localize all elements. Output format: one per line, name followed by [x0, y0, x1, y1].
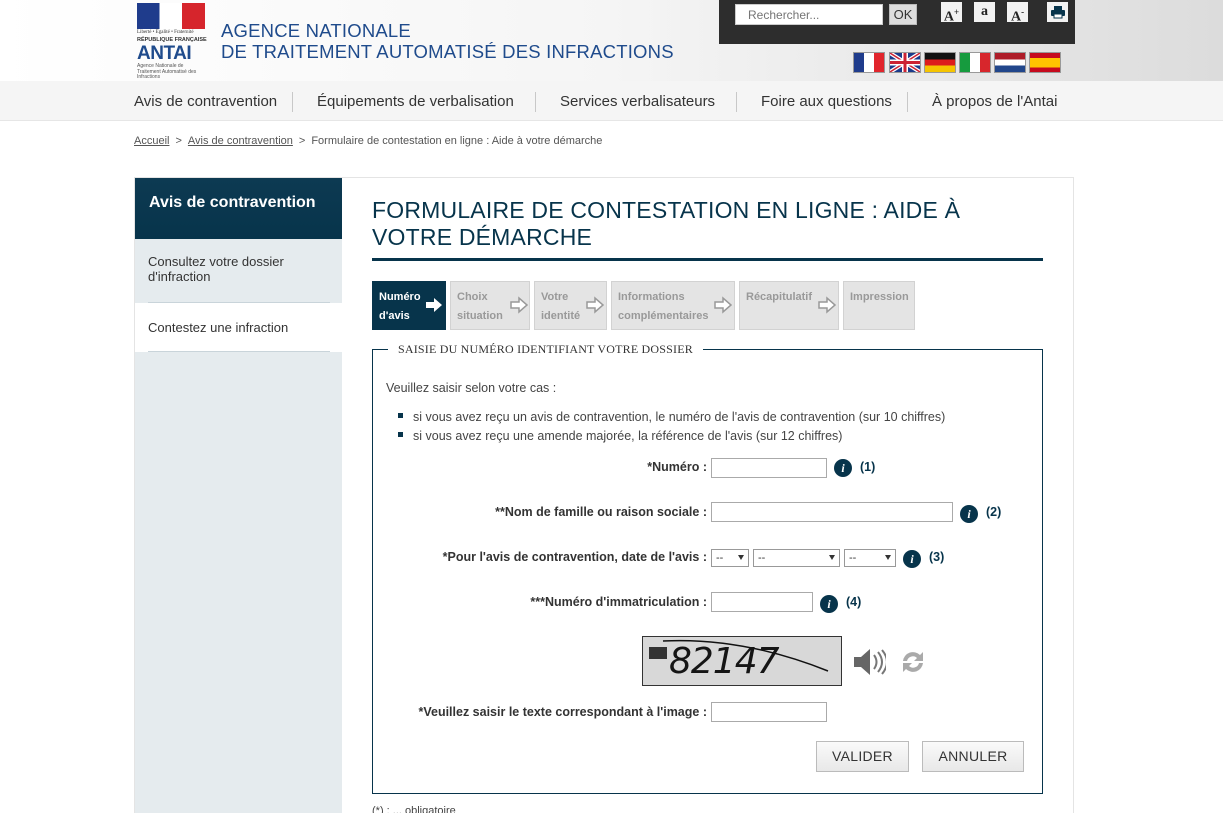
sidebar: Avis de contravention Consultez votre do… — [135, 178, 342, 813]
cancel-button[interactable]: ANNULER — [922, 741, 1024, 772]
form-intro: Veuillez saisir selon votre cas : — [386, 381, 557, 395]
info-icon[interactable]: i — [903, 550, 921, 568]
header: Liberté • Égalité • Fraternité RÉPUBLIQU… — [0, 0, 1223, 81]
main-nav: Avis de contravention Équipements de ver… — [0, 81, 1223, 121]
captcha-text: 82147 — [669, 641, 780, 682]
ref-3: (3) — [929, 550, 945, 564]
en-flag-icon[interactable] — [888, 51, 922, 74]
page: Liberté • Égalité • Fraternité RÉPUBLIQU… — [0, 0, 1223, 813]
day-select[interactable]: -- — [711, 549, 749, 567]
year-select[interactable]: -- — [844, 549, 896, 567]
nav-separator — [736, 92, 737, 112]
de-flag-icon[interactable] — [924, 52, 956, 73]
agency-name: AGENCE NATIONALE DE TRAITEMENT AUTOMATIS… — [221, 20, 674, 62]
nom-label: **Nom de famille ou raison sociale : — [495, 505, 707, 519]
nav-a-propos[interactable]: À propos de l'Antai — [932, 81, 1057, 121]
agency-line-2: DE TRAITEMENT AUTOMATISÉ DES INFRACTIONS — [221, 41, 674, 62]
numero-label: *Numéro : — [647, 460, 707, 474]
font-decrease-button[interactable]: A- — [1007, 2, 1028, 25]
captcha-label: *Veuillez saisir le texte correspondant … — [418, 705, 707, 719]
sidebar-title: Avis de contravention — [135, 178, 342, 239]
sidebar-divider — [148, 351, 330, 352]
print-icon[interactable] — [1047, 2, 1068, 22]
arrow-right-icon — [426, 298, 442, 312]
info-icon[interactable]: i — [960, 505, 978, 523]
arrow-right-icon — [818, 296, 836, 314]
validate-button[interactable]: VALIDER — [816, 741, 909, 772]
logo-brand-sub: Agence Nationale de Traitement Automatis… — [137, 63, 197, 80]
ref-2: (2) — [986, 505, 1002, 519]
title-rule — [372, 258, 1043, 261]
tools-bar: OK A+ a A- — [719, 0, 1075, 44]
nav-equipements[interactable]: Équipements de verbalisation — [317, 81, 514, 121]
info-icon[interactable]: i — [820, 595, 838, 613]
captcha-image: 82147 — [642, 636, 842, 686]
agency-line-1: AGENCE NATIONALE — [221, 20, 411, 41]
month-select[interactable]: -- — [753, 549, 840, 567]
nom-input[interactable] — [711, 502, 953, 522]
breadcrumb-current: Formulaire de contestation en ligne : Ai… — [311, 135, 603, 147]
step-numero-avis: Numéro d'avis — [372, 281, 446, 330]
logo-motto: Liberté • Égalité • Fraternité — [137, 30, 194, 35]
sidebar-item-consultez[interactable]: Consultez votre dossier d'infraction — [135, 254, 342, 284]
ref-4: (4) — [846, 595, 862, 609]
font-normal-button[interactable]: a — [974, 2, 995, 22]
list-item: si vous avez reçu un avis de contraventi… — [398, 410, 945, 424]
arrow-right-icon — [586, 296, 604, 314]
nl-flag-icon[interactable] — [994, 52, 1026, 73]
ref-1: (1) — [860, 460, 876, 474]
step-choix-situation: Choix situation — [450, 281, 530, 330]
footnote: (*) : ... obligatoire — [372, 805, 456, 813]
sidebar-divider — [148, 302, 330, 303]
date-label: *Pour l'avis de contravention, date de l… — [442, 550, 707, 564]
breadcrumb: Accueil > Avis de contravention > Formulaire… — [134, 135, 603, 147]
chevron-down-icon — [738, 555, 744, 560]
arrow-right-icon — [714, 296, 732, 314]
step-impression: Impression — [843, 281, 915, 330]
sidebar-item-contestez[interactable]: Contestez une infraction — [135, 303, 342, 352]
immat-input[interactable] — [711, 592, 813, 612]
nav-separator — [907, 92, 908, 112]
chevron-down-icon — [885, 555, 891, 560]
info-icon[interactable]: i — [834, 459, 852, 477]
list-item: si vous avez reçu une amende majorée, la… — [398, 429, 842, 443]
immat-label: ***Numéro d'immatriculation : — [530, 595, 707, 609]
es-flag-icon[interactable] — [1029, 52, 1061, 73]
page-title: FORMULAIRE DE CONTESTATION EN LIGNE : AI… — [372, 197, 961, 250]
nav-faq[interactable]: Foire aux questions — [761, 81, 892, 121]
chevron-down-icon — [829, 555, 835, 560]
refresh-icon[interactable] — [898, 647, 928, 677]
marianne-flag-icon — [137, 3, 205, 29]
nav-separator — [292, 92, 293, 112]
nav-avis-contravention[interactable]: Avis de contravention — [134, 81, 277, 121]
it-flag-icon[interactable] — [959, 52, 991, 73]
numero-input[interactable] — [711, 458, 827, 478]
nav-separator — [535, 92, 536, 112]
antai-logo[interactable]: Liberté • Égalité • Fraternité RÉPUBLIQU… — [137, 3, 207, 80]
form-legend: SAISIE DU NUMÉRO IDENTIFIANT VOTRE DOSSI… — [388, 341, 703, 357]
fr-flag-icon[interactable] — [853, 52, 885, 73]
step-recapitulatif: Récapitulatif — [739, 281, 839, 330]
step-votre-identite: Votre identité — [534, 281, 607, 330]
captcha-input[interactable] — [711, 702, 827, 722]
breadcrumb-home[interactable]: Accueil — [134, 135, 169, 147]
logo-brand: ANTAI — [137, 43, 192, 64]
nav-services[interactable]: Services verbalisateurs — [560, 81, 715, 121]
search-input[interactable] — [735, 4, 883, 25]
breadcrumb-section[interactable]: Avis de contravention — [188, 135, 293, 147]
step-informations: Informations complémentaires — [611, 281, 735, 330]
font-increase-button[interactable]: A+ — [941, 2, 962, 25]
audio-speaker-icon[interactable] — [852, 647, 888, 677]
arrow-right-icon — [510, 296, 528, 314]
search-button[interactable]: OK — [889, 4, 917, 25]
